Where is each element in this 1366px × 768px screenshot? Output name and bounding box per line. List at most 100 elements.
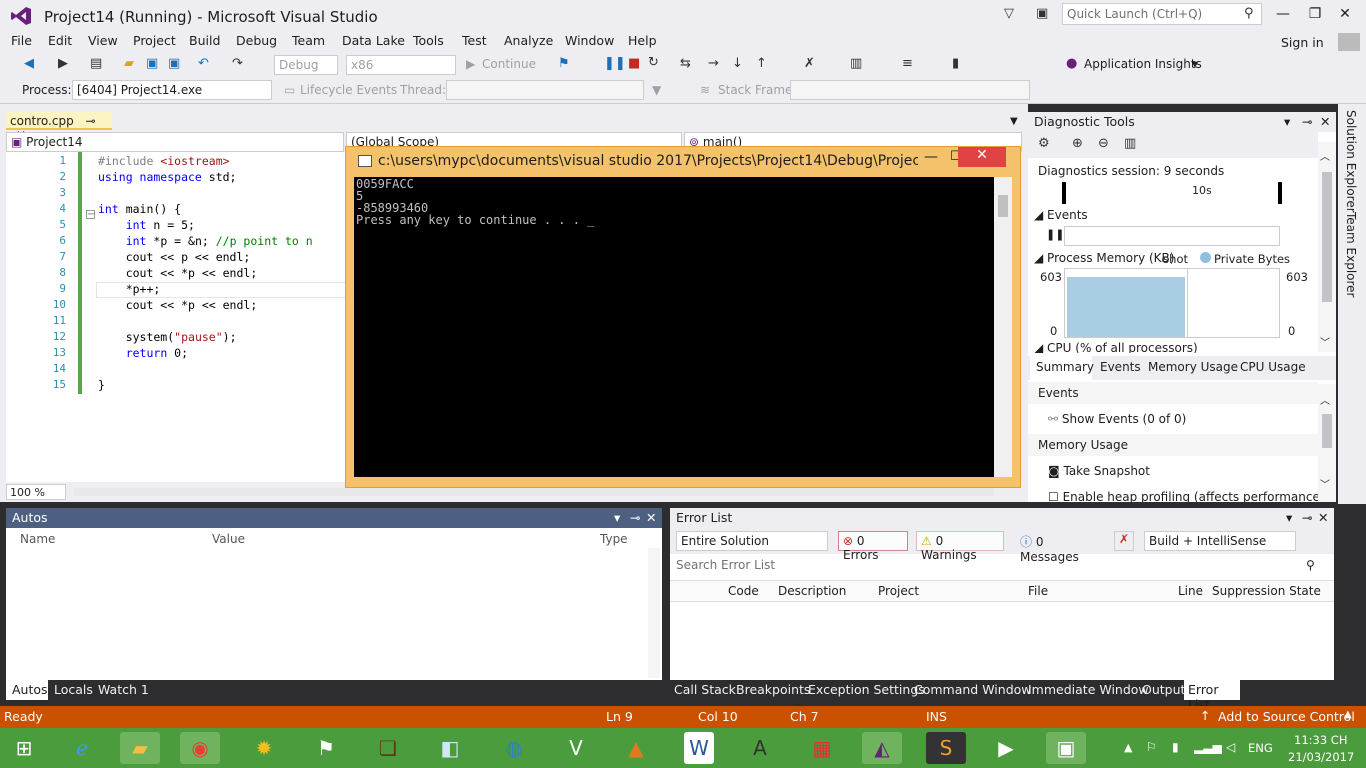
tab-overflow-icon[interactable]: ▼ (1010, 116, 1018, 127)
reset-view-icon[interactable]: ▥ (1124, 136, 1136, 151)
errors-filter-button[interactable]: ⊗ 0 Errors (838, 531, 908, 562)
chevron-down-icon[interactable]: ▾ (614, 510, 620, 525)
v-app-icon[interactable]: V (556, 732, 596, 764)
scroll-down-icon[interactable]: ﹀ (1320, 476, 1330, 491)
chevron-down-icon[interactable]: ▾ (1286, 510, 1292, 525)
matlab-icon[interactable]: ▲ (616, 732, 656, 764)
chevron-down-icon[interactable]: ▾ (1284, 114, 1290, 129)
horizontal-scrollbar[interactable] (74, 488, 994, 496)
menu-test[interactable]: Test (462, 33, 487, 48)
console-minimize-button[interactable]: — (924, 149, 938, 165)
memory-graph[interactable] (1064, 268, 1280, 338)
stack-frame-select[interactable] (790, 80, 1030, 100)
menu-help[interactable]: Help (628, 33, 657, 48)
team-explorer-tab[interactable]: Team Explorer (1344, 212, 1358, 298)
add-to-source-control-button[interactable]: Add to Source Control (1218, 709, 1355, 724)
column-name[interactable]: Name (20, 532, 55, 546)
comment-icon[interactable]: ≡ (902, 56, 913, 71)
scroll-down-icon[interactable]: ﹀ (1320, 334, 1330, 349)
open-file-icon[interactable]: ▰ (124, 56, 134, 71)
new-project-icon[interactable]: ▤ (90, 56, 102, 71)
platform-select[interactable]: x86 (346, 55, 456, 75)
scroll-up-icon[interactable]: ︿ (1320, 148, 1330, 163)
events-graph[interactable] (1064, 226, 1280, 246)
show-next-statement-icon[interactable]: ⇆ (680, 56, 691, 71)
column-value[interactable]: Value (212, 532, 245, 546)
continue-icon[interactable]: ▶ (466, 57, 475, 71)
column-type[interactable]: Type (600, 532, 628, 546)
hex-icon[interactable]: ✗ (804, 56, 815, 71)
save-all-icon[interactable]: ▣ (168, 56, 180, 71)
tab-cpu-usage[interactable]: CPU Usage (1240, 360, 1306, 374)
file-explorer-icon[interactable]: ▰ (120, 732, 160, 764)
scroll-thumb[interactable] (1322, 172, 1332, 302)
close-icon[interactable]: ✕ (1320, 114, 1330, 129)
pin-icon[interactable]: ⊸ (86, 114, 96, 128)
menu-view[interactable]: View (88, 33, 118, 48)
pin-icon[interactable]: ⊸ (1302, 114, 1312, 129)
zoom-select[interactable]: 100 % (6, 484, 66, 500)
clock-date[interactable]: 21/03/2017 (1288, 750, 1354, 764)
tab-watch-1[interactable]: Watch 1 (98, 682, 149, 697)
menu-file[interactable]: File (11, 33, 32, 48)
close-icon[interactable]: ✕ (646, 510, 656, 525)
search-icon[interactable]: ⚲ (1306, 558, 1315, 572)
pin-icon[interactable]: ⊸ (630, 510, 640, 525)
visual-studio-taskbar-icon[interactable]: ◭ (862, 732, 902, 764)
back-icon[interactable]: ◀ (24, 56, 34, 71)
scroll-thumb[interactable] (998, 195, 1008, 217)
forward-icon[interactable]: ▶ (58, 56, 68, 71)
gear-icon[interactable]: ⚙ (1038, 136, 1050, 151)
zoom-out-icon[interactable]: ⊖ (1098, 136, 1109, 151)
graphs-scrollbar[interactable]: ︿ ﹀ (1318, 142, 1336, 352)
window-icon[interactable]: ▣ (1046, 732, 1086, 764)
menu-edit[interactable]: Edit (48, 33, 72, 48)
chevron-down-icon[interactable]: ▾ (1192, 57, 1198, 71)
console-taskbar-icon[interactable]: S (926, 732, 966, 764)
tab-events[interactable]: Events (1100, 360, 1141, 374)
menu-debug[interactable]: Debug (236, 33, 277, 48)
step-out-icon[interactable]: ↑ (756, 56, 767, 71)
feedback-icon[interactable]: ▣ (1036, 6, 1048, 21)
code-editor[interactable]: 1 2 3 4 5 6 7 8 9 10 11 12 13 14 15 − #include <iostre… (6, 152, 346, 482)
tab-immediate-window[interactable]: Immediate Window (1028, 682, 1149, 697)
undo-icon[interactable]: ↶ (198, 56, 209, 71)
flag-icon[interactable]: ⚑ (306, 732, 346, 764)
column-file[interactable]: File (1028, 584, 1048, 598)
sign-in-link[interactable]: Sign in (1281, 35, 1324, 50)
column-line[interactable]: Line (1178, 584, 1203, 598)
collapse-icon[interactable]: − (86, 210, 95, 220)
step-into-icon[interactable]: → (708, 56, 719, 71)
tab-summary[interactable]: Summary (1030, 356, 1094, 380)
media-icon[interactable]: ▶ (986, 732, 1026, 764)
lifecycle-events-button[interactable]: Lifecycle Events (300, 83, 397, 97)
column-suppression-state[interactable]: Suppression State (1212, 584, 1321, 598)
application-insights-button[interactable]: Application Insights (1084, 57, 1202, 71)
expand-icon[interactable]: ◢ (1034, 251, 1047, 265)
autos-scrollbar[interactable] (648, 548, 660, 678)
scroll-up-icon[interactable]: ︿ (1320, 392, 1330, 407)
show-events-link[interactable]: ⚯ Show Events (0 of 0) (1048, 412, 1186, 426)
tab-error-list[interactable]: Error List (1184, 680, 1240, 712)
volume-icon[interactable]: ◁ (1226, 740, 1235, 754)
restart-icon[interactable]: ↻ (648, 55, 659, 70)
book-icon[interactable]: ❏ (368, 732, 408, 764)
notes-icon[interactable]: ◧ (430, 732, 470, 764)
console-window[interactable]: c:\users\mypc\documents\visual studio 20… (345, 146, 1021, 488)
chrome-icon[interactable]: ◉ (180, 732, 220, 764)
tab-call-stack[interactable]: Call Stack (674, 682, 736, 697)
console-output[interactable]: 0059FACC 5 -858993460 Press any key to c… (354, 177, 994, 477)
tab-command-window[interactable]: Command Window (914, 682, 1032, 697)
menu-window[interactable]: Window (565, 33, 614, 48)
app-star-icon[interactable]: ✹ (244, 732, 284, 764)
zoom-in-icon[interactable]: ⊕ (1072, 136, 1083, 151)
column-project[interactable]: Project (878, 584, 919, 598)
menu-data-lake[interactable]: Data Lake (342, 33, 405, 48)
clock-time[interactable]: 11:33 CH (1294, 733, 1347, 747)
column-description[interactable]: Description (778, 584, 846, 598)
column-code[interactable]: Code (728, 584, 759, 598)
expand-icon[interactable]: ◢ (1034, 341, 1047, 353)
menu-build[interactable]: Build (189, 33, 220, 48)
tab-output[interactable]: Output (1142, 682, 1185, 697)
tray-flag-icon[interactable]: ⚐ (1146, 740, 1157, 754)
